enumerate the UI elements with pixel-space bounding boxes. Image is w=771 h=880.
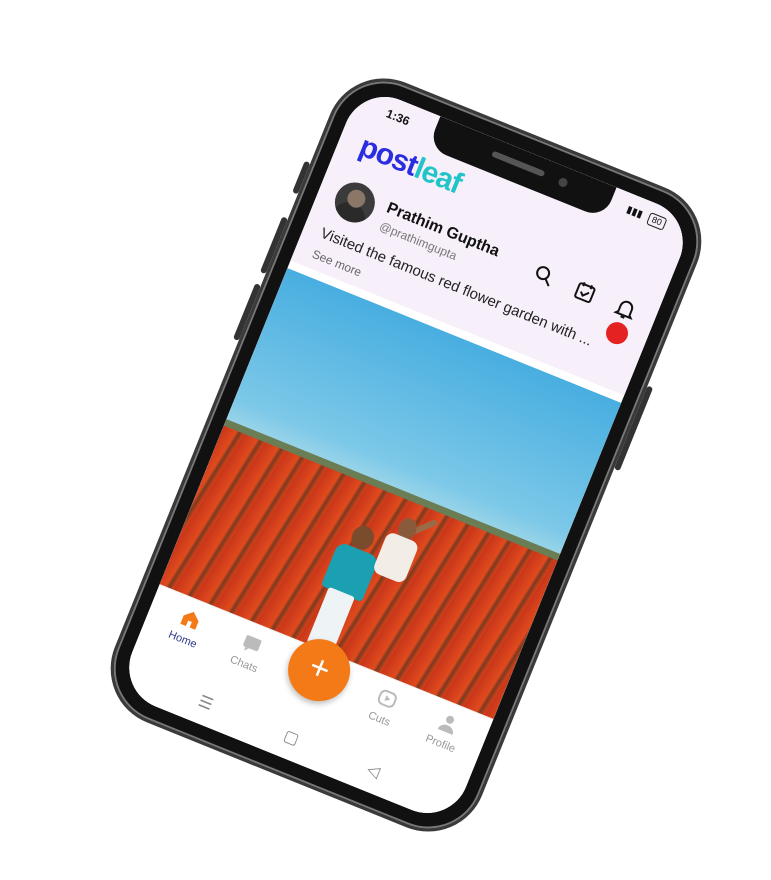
front-camera bbox=[557, 176, 569, 189]
notification-dot bbox=[602, 318, 632, 348]
nav-home[interactable]: Home bbox=[152, 599, 222, 657]
system-home-icon[interactable]: ▢ bbox=[281, 726, 303, 750]
user-icon bbox=[437, 715, 455, 735]
speaker bbox=[491, 150, 546, 178]
nav-profile[interactable]: Profile bbox=[410, 703, 480, 761]
nav-chats-label: Chats bbox=[228, 653, 260, 676]
nav-chats[interactable]: Chats bbox=[214, 624, 284, 682]
nav-home-label: Home bbox=[166, 628, 199, 651]
chat-icon bbox=[243, 635, 262, 652]
calendar-check-icon[interactable] bbox=[571, 278, 600, 307]
recent-apps-icon[interactable]: ☰ bbox=[195, 691, 216, 715]
battery-icon: 80 bbox=[645, 212, 668, 231]
cuts-play-icon bbox=[377, 689, 397, 708]
notification-bell-icon[interactable] bbox=[602, 294, 640, 348]
signal-icon: ▮▮▮ bbox=[624, 204, 645, 221]
status-indicators: ▮▮▮ 80 bbox=[624, 203, 668, 231]
nav-cuts-label: Cuts bbox=[366, 709, 392, 729]
search-icon[interactable] bbox=[530, 261, 559, 290]
back-icon[interactable]: ◁ bbox=[364, 759, 383, 782]
nav-cuts[interactable]: Cuts bbox=[349, 678, 419, 736]
phone-mockup: 1:36 ▮▮▮ 80 postleaf Prathim Guptha @pra… bbox=[93, 60, 719, 850]
status-time: 1:36 bbox=[384, 106, 412, 129]
home-icon bbox=[180, 611, 199, 630]
